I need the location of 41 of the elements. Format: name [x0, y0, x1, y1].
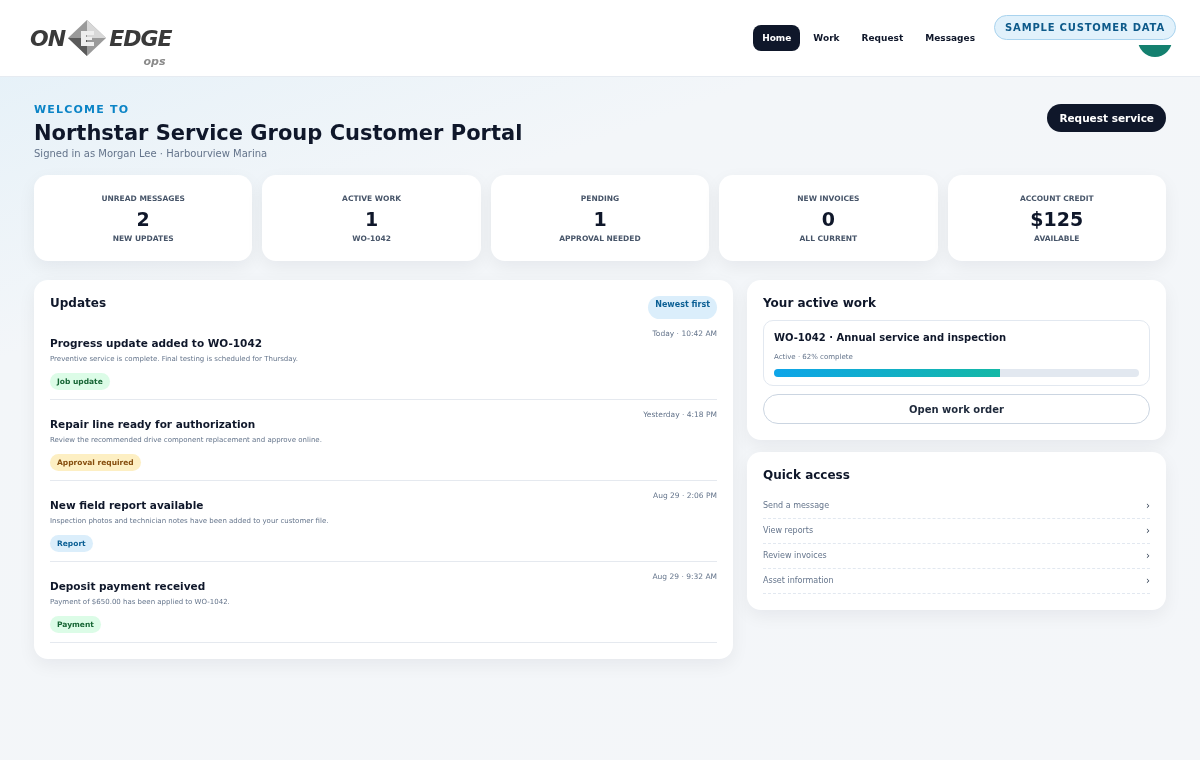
stat-value: 2 [136, 207, 150, 230]
logo-subtitle: ops [143, 55, 166, 68]
nav-tab[interactable]: Home [753, 25, 801, 51]
update-title: Repair line ready for authorization [50, 418, 256, 430]
chevron: › [1146, 525, 1150, 536]
welcome-label: WELCOME TO [34, 103, 131, 116]
logo-text: ON [30, 25, 66, 51]
quick-access-link[interactable]: Send a message › [763, 494, 1150, 519]
nav-tab[interactable]: Messages [916, 25, 984, 51]
stat-value: 1 [364, 207, 379, 230]
link-label: Review invoices [763, 551, 827, 560]
chevron: › [1146, 500, 1150, 511]
page-title: Northstar Service Group Customer Portal [34, 121, 523, 145]
chevron: › [1146, 575, 1150, 586]
work-order-title: WO-1042 · Annual service and inspection [774, 332, 1008, 343]
request-service-button[interactable]: Request service [1047, 104, 1166, 132]
stat-value: 0 [821, 207, 835, 230]
avatar[interactable] [1138, 45, 1172, 57]
quick-access-link[interactable]: Asset information › [763, 569, 1150, 594]
sample-data-badge: SAMPLE CUSTOMER DATA [994, 15, 1176, 40]
chevron: › [1146, 550, 1150, 561]
quick-access-link[interactable]: View reports › [763, 519, 1150, 544]
link-label: Asset information [763, 576, 834, 585]
link-label: View reports [763, 526, 814, 535]
nav-tab[interactable]: Request [852, 25, 913, 51]
update-title: Progress update added to WO-1042 [50, 337, 263, 349]
open-work-order-button[interactable]: Open work order [763, 394, 1150, 424]
logo-text: EDGE [109, 25, 172, 51]
signed-in-text: Signed in as Morgan Lee · Harbourview Marina [34, 148, 269, 159]
update-title: Deposit payment received [50, 580, 206, 592]
update-title: New field report available [50, 499, 204, 511]
stat-value: $125 [1030, 207, 1084, 230]
quick-access-link[interactable]: Review invoices › [763, 544, 1150, 569]
sort-button[interactable]: Newest first [648, 296, 717, 319]
card-title: Updates [50, 296, 107, 310]
link-label: Send a message [763, 501, 830, 510]
stat-value: 1 [593, 207, 607, 230]
card-title: Quick access [763, 468, 851, 482]
logo-icon [67, 19, 108, 57]
card-title: Your active work [763, 296, 877, 310]
nav-tab[interactable]: Work [804, 25, 849, 51]
